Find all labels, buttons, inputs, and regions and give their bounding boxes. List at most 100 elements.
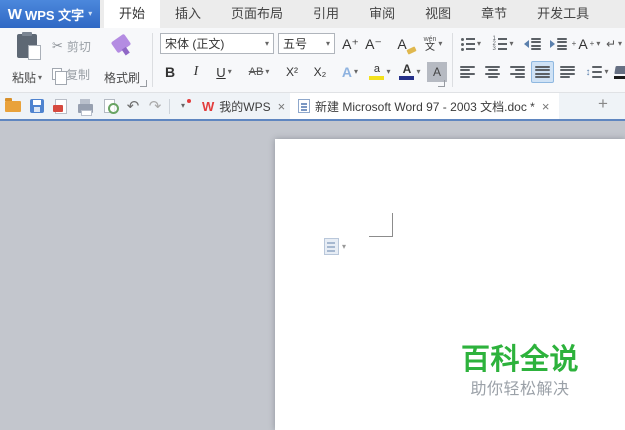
bold-icon: B bbox=[164, 64, 176, 80]
scissors-icon: ✂ bbox=[52, 38, 63, 53]
align-right-button[interactable] bbox=[506, 61, 529, 83]
phonetic-guide-icon: wén 文 bbox=[424, 36, 437, 53]
paste-button[interactable]: 粘贴 ▾ bbox=[4, 31, 50, 89]
redo-icon: ↷ bbox=[148, 98, 162, 115]
align-center-button[interactable] bbox=[481, 61, 504, 83]
wps-red-logo-icon: W bbox=[202, 98, 215, 114]
italic-button[interactable]: I bbox=[186, 61, 206, 83]
align-justify-button[interactable] bbox=[531, 61, 554, 83]
menu-tab-dev-tools[interactable]: 开发工具 bbox=[522, 0, 604, 28]
subscript-button[interactable]: X₂ bbox=[308, 61, 332, 83]
printer-icon bbox=[77, 98, 93, 116]
document-options-icon bbox=[324, 238, 339, 255]
close-icon[interactable]: × bbox=[276, 99, 288, 114]
close-icon[interactable]: × bbox=[540, 99, 552, 114]
undo-button[interactable]: ↶ bbox=[124, 97, 142, 115]
numbered-list-button[interactable]: 1 2 3 ▾ bbox=[489, 33, 517, 55]
shading-button[interactable]: ▾ bbox=[612, 61, 625, 83]
align-justify-icon bbox=[535, 66, 550, 78]
italic-icon: I bbox=[193, 64, 199, 79]
word-document-icon bbox=[298, 99, 310, 113]
notification-dot bbox=[187, 99, 191, 103]
new-tab-button[interactable]: + bbox=[592, 94, 614, 114]
open-file-button[interactable] bbox=[4, 97, 22, 115]
font-size-select[interactable]: 五号 ▾ bbox=[278, 33, 335, 54]
font-dialog-launcher[interactable] bbox=[438, 80, 445, 87]
chevron-down-icon: ▾ bbox=[438, 39, 443, 48]
format-painter-button[interactable]: 格式刷 bbox=[99, 31, 145, 89]
menu-tab-references[interactable]: 引用 bbox=[298, 0, 354, 28]
increase-indent-button[interactable] bbox=[546, 33, 570, 55]
copy-button[interactable]: 复制 bbox=[52, 64, 90, 85]
highlight-color-button[interactable]: a ▾ bbox=[366, 61, 394, 83]
clear-format-button[interactable]: A bbox=[389, 33, 417, 55]
bullet-list-icon bbox=[460, 36, 475, 52]
document-page[interactable]: ▾ 百科全说 助你轻松解决 bbox=[275, 139, 625, 430]
paste-clipboard-icon bbox=[17, 32, 41, 60]
toolbar-divider bbox=[169, 99, 170, 114]
customize-toolbar-button[interactable]: ▾ bbox=[174, 97, 192, 115]
bold-button[interactable]: B bbox=[158, 61, 182, 83]
shrink-font-button[interactable]: A⁻ bbox=[362, 33, 385, 55]
font-name-select[interactable]: 宋体 (正文) ▾ bbox=[160, 33, 274, 54]
text-effect-button[interactable]: A ▾ bbox=[336, 61, 364, 83]
updown-arrow-icon: ↕ bbox=[585, 66, 591, 78]
chevron-down-icon: ▾ bbox=[227, 67, 232, 76]
cut-button[interactable]: ✂ 剪切 bbox=[52, 36, 91, 56]
strikethrough-icon: AB bbox=[248, 66, 264, 78]
bullet-list-button[interactable]: ▾ bbox=[457, 33, 485, 55]
magnifier-page-icon bbox=[103, 99, 119, 114]
doc-tab-document[interactable]: 新建 Microsoft Word 97 - 2003 文档.doc * × bbox=[290, 93, 560, 119]
pdf-icon bbox=[53, 98, 67, 114]
adjust-text-size-button[interactable]: + A + ▾ bbox=[572, 33, 601, 55]
menu-tab-review[interactable]: 审阅 bbox=[354, 0, 410, 28]
menu-tab-view[interactable]: 视图 bbox=[410, 0, 466, 28]
print-button[interactable] bbox=[76, 97, 94, 116]
clipboard-dialog-launcher[interactable] bbox=[140, 80, 147, 87]
hanzi-sample: 文 bbox=[424, 41, 435, 53]
chevron-down-icon: ▾ bbox=[180, 101, 185, 110]
grow-font-button[interactable]: A⁺ bbox=[339, 33, 362, 55]
doc-tab-my-wps[interactable]: W 我的WPS × bbox=[194, 93, 295, 119]
text-effect-icon: A bbox=[341, 64, 353, 80]
shrink-font-icon: A⁻ bbox=[365, 35, 382, 52]
align-left-button[interactable] bbox=[456, 61, 479, 83]
menu-tab-page-layout[interactable]: 页面布局 bbox=[216, 0, 298, 28]
plus-icon: + bbox=[589, 39, 595, 48]
folder-icon bbox=[5, 97, 21, 112]
redo-button[interactable]: ↷ bbox=[146, 97, 164, 115]
decrease-indent-button[interactable] bbox=[520, 33, 544, 55]
paragraph-mark-button[interactable]: ↵ ▾ bbox=[602, 33, 625, 55]
save-button[interactable] bbox=[28, 97, 46, 115]
doc-tab-label: 新建 Microsoft Word 97 - 2003 文档.doc * bbox=[315, 99, 535, 114]
chevron-down-icon: ▾ bbox=[354, 67, 359, 76]
chevron-down-icon: ▾ bbox=[386, 67, 391, 76]
margin-corner-mark bbox=[369, 236, 393, 237]
print-preview-button[interactable] bbox=[100, 97, 119, 115]
watermark-subtitle: 助你轻松解决 bbox=[470, 381, 570, 398]
smart-tag-button[interactable]: ▾ bbox=[324, 238, 346, 255]
chevron-down-icon: ▾ bbox=[264, 38, 269, 48]
export-pdf-button[interactable] bbox=[52, 97, 70, 115]
wps-app-menu-button[interactable]: W WPS 文字 ▾ bbox=[0, 0, 100, 28]
watermark: 百科全说 助你轻松解决 bbox=[420, 342, 620, 400]
chevron-down-icon: ▾ bbox=[416, 67, 421, 76]
line-spacing-button[interactable]: ↕ ▾ bbox=[582, 61, 612, 83]
title-menu-bar: W WPS 文字 ▾ 开始 插入 页面布局 引用 审阅 视图 章节 开发工具 bbox=[0, 0, 625, 28]
menu-tab-home[interactable]: 开始 bbox=[104, 0, 161, 28]
menu-tab-section[interactable]: 章节 bbox=[466, 0, 522, 28]
font-color-button[interactable]: A ▾ bbox=[396, 61, 424, 83]
plus-icon: + bbox=[598, 94, 608, 113]
strikethrough-button[interactable]: AB ▾ bbox=[242, 61, 276, 83]
doc-tab-label: 我的WPS bbox=[219, 99, 271, 114]
eraser-icon bbox=[406, 46, 417, 55]
chevron-down-icon: ▾ bbox=[342, 242, 347, 251]
menu-tab-insert[interactable]: 插入 bbox=[160, 0, 216, 28]
distribute-text-button[interactable] bbox=[556, 61, 579, 83]
phonetic-guide-button[interactable]: wén 文 ▾ bbox=[417, 33, 449, 55]
underline-button[interactable]: U ▾ bbox=[208, 61, 240, 83]
return-icon: ↵ bbox=[605, 37, 617, 51]
chevron-down-icon: ▾ bbox=[265, 67, 270, 76]
adjust-text-size-icon: A bbox=[578, 36, 588, 52]
superscript-button[interactable]: X² bbox=[280, 61, 304, 83]
